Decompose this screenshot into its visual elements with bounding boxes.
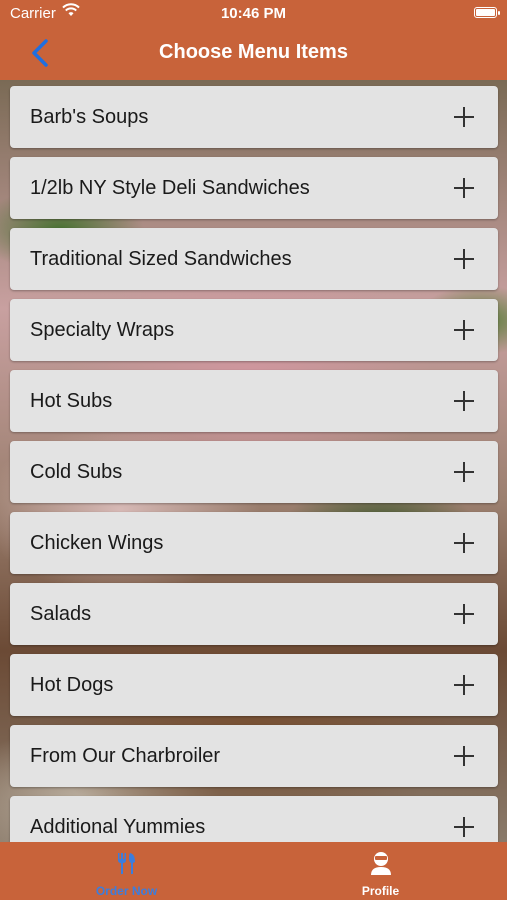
menu-row-barbs-soups[interactable]: Barb's Soups	[10, 86, 498, 148]
plus-icon[interactable]	[454, 391, 474, 411]
status-bar: Carrier 10:46 PM	[0, 0, 507, 30]
plus-icon[interactable]	[454, 746, 474, 766]
menu-row-label: Specialty Wraps	[30, 319, 175, 341]
menu-row-label: Barb's Soups	[30, 106, 149, 128]
menu-row-chicken-wings[interactable]: Chicken Wings	[10, 512, 498, 574]
battery-tip	[498, 11, 500, 15]
menu-row-label: 1/2lb NY Style Deli Sandwiches	[30, 177, 310, 199]
page-title: Choose Menu Items	[159, 41, 348, 63]
plus-icon[interactable]	[454, 817, 474, 837]
menu-row-deli-sandwiches[interactable]: 1/2lb NY Style Deli Sandwiches	[10, 157, 498, 219]
menu-row-label: From Our Charbroiler	[30, 745, 221, 767]
menu-row-charbroiler[interactable]: From Our Charbroiler	[10, 725, 498, 787]
menu-row-label: Salads	[30, 603, 92, 625]
menu-row-specialty-wraps[interactable]: Specialty Wraps	[10, 299, 498, 361]
tab-label: Profile	[361, 884, 400, 898]
plus-icon[interactable]	[454, 533, 474, 553]
menu-row-hot-dogs[interactable]: Hot Dogs	[10, 654, 498, 716]
plus-icon[interactable]	[454, 249, 474, 269]
utensils-icon	[117, 853, 135, 874]
plus-icon[interactable]	[454, 320, 474, 340]
tab-profile[interactable]: Profile	[254, 842, 507, 900]
menu-row-salads[interactable]: Salads	[10, 583, 498, 645]
navigation-bar: Choose Menu Items	[0, 30, 507, 80]
menu-row-label: Cold Subs	[30, 461, 123, 483]
status-time: 10:46 PM	[220, 5, 287, 22]
menu-row-label: Additional Yummies	[30, 816, 206, 838]
menu-row-traditional-sandwiches[interactable]: Traditional Sized Sandwiches	[10, 228, 498, 290]
tab-order-now[interactable]: Order Now	[0, 842, 253, 900]
menu-row-label: Chicken Wings	[30, 532, 164, 554]
plus-icon[interactable]	[454, 675, 474, 695]
plus-icon[interactable]	[454, 604, 474, 624]
plus-icon[interactable]	[454, 178, 474, 198]
tab-bar: Order Now Profile	[0, 842, 507, 900]
menu-row-hot-subs[interactable]: Hot Subs	[10, 370, 498, 432]
menu-row-label: Hot Subs	[30, 390, 113, 412]
plus-icon[interactable]	[454, 462, 474, 482]
menu-row-label: Hot Dogs	[30, 674, 114, 696]
battery-icon	[474, 7, 497, 18]
menu-row-cold-subs[interactable]: Cold Subs	[10, 441, 498, 503]
person-icon	[370, 852, 391, 875]
tab-label: Order Now	[95, 884, 158, 898]
menu-row-label: Traditional Sized Sandwiches	[30, 248, 292, 270]
plus-icon[interactable]	[454, 107, 474, 127]
